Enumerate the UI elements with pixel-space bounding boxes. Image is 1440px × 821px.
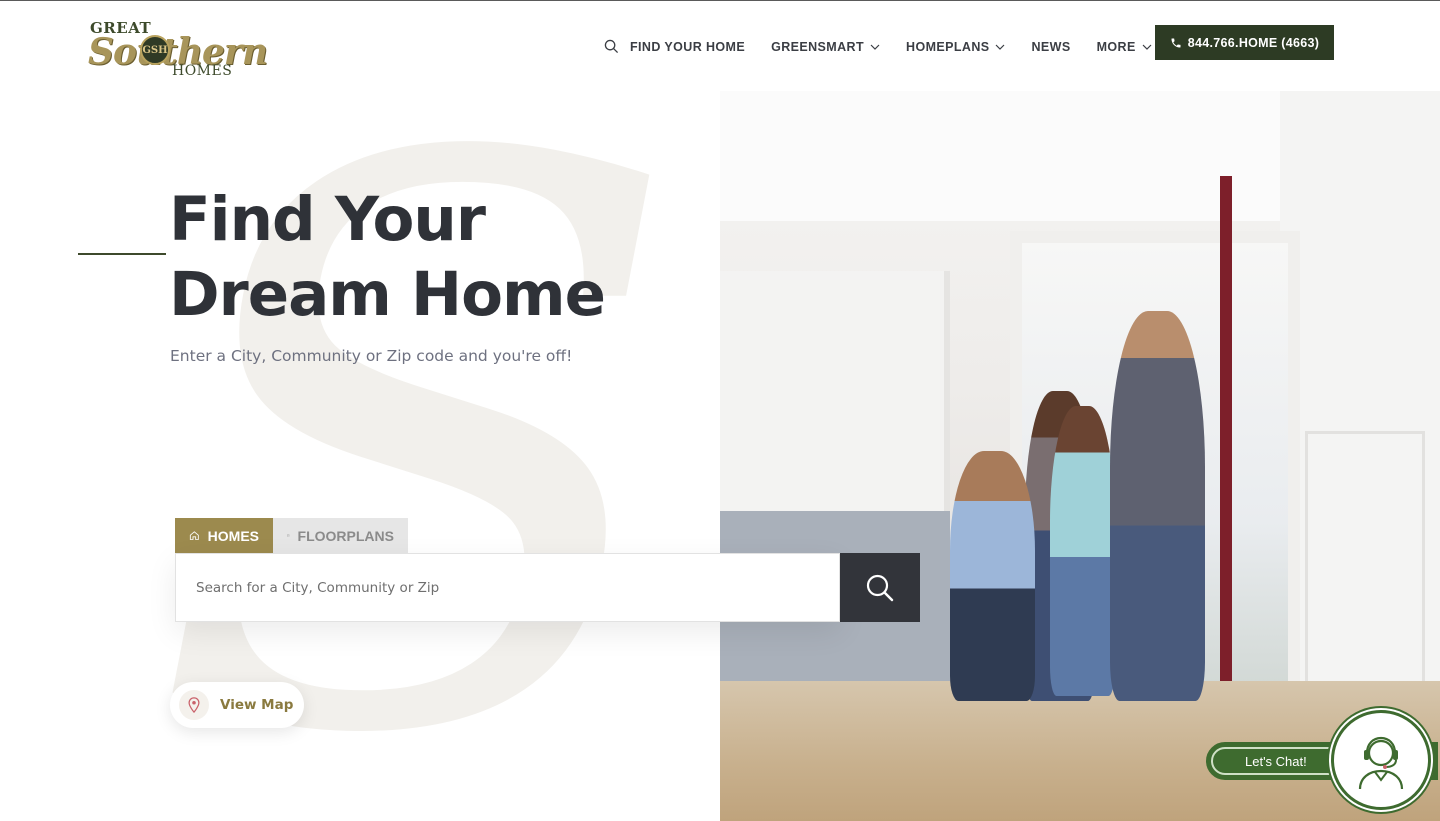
hero-accent-line [78,253,166,255]
tab-label: FLOORPLANS [297,527,394,544]
phone-button[interactable]: 844.766.HOME (4663) [1155,25,1334,60]
nav-label: FIND YOUR HOME [630,39,746,54]
hero-family-photo [720,91,1440,821]
search-icon [866,574,894,601]
hero-subtitle: Enter a City, Community or Zip code and … [170,347,573,365]
view-map-label: View Map [220,697,294,713]
search-button[interactable] [840,553,920,622]
hero-title-line1: Find Your [169,184,486,255]
nav-label: MORE [1096,39,1136,54]
search-input[interactable] [176,554,839,621]
home-icon [189,531,199,540]
search-tabs: HOMES FLOORPLANS [175,518,408,553]
support-agent-icon [1358,736,1404,790]
search-icon [604,39,619,54]
hero-title: Find Your Dream Home [169,182,606,332]
chat-agent-avatar-icon[interactable] [1331,710,1431,810]
logo-text-homes: HOMES [172,63,233,79]
nav-item-more[interactable]: MORE [1097,40,1152,54]
chevron-down-icon [996,44,1005,50]
logo-crest-icon: GSH [140,35,170,65]
phone-icon [1171,38,1181,47]
nav-item-find-your-home[interactable]: FIND YOUR HOME [604,39,745,54]
chevron-down-icon [870,44,880,50]
map-pin-icon [179,690,209,720]
chevron-down-icon [1142,44,1152,50]
search-field-container [175,553,840,622]
phone-label: 844.766.HOME (4663) [1187,35,1320,50]
nav-label: GREENSMART [771,39,865,54]
nav-item-homeplans[interactable]: HOMEPLANS [906,40,1005,54]
hero-title-line2: Dream Home [169,259,606,330]
tab-homes[interactable]: HOMES [175,518,273,553]
nav-label: NEWS [1031,39,1071,54]
site-header: GREAT Southern GSH HOMES FIND YOUR HOME … [0,1,1440,91]
view-map-button[interactable]: View Map [170,682,304,728]
great-southern-homes-logo[interactable]: GREAT Southern GSH HOMES [88,17,270,81]
tab-label: HOMES [207,527,259,544]
floorplan-icon [287,534,290,537]
nav-item-news[interactable]: NEWS [1031,40,1070,54]
main-nav: FIND YOUR HOME GREENSMART HOMEPLANS NEWS… [604,39,1178,54]
nav-item-greensmart[interactable]: GREENSMART [771,40,880,54]
nav-label: HOMEPLANS [906,39,990,54]
tab-floorplans[interactable]: FLOORPLANS [273,518,408,553]
